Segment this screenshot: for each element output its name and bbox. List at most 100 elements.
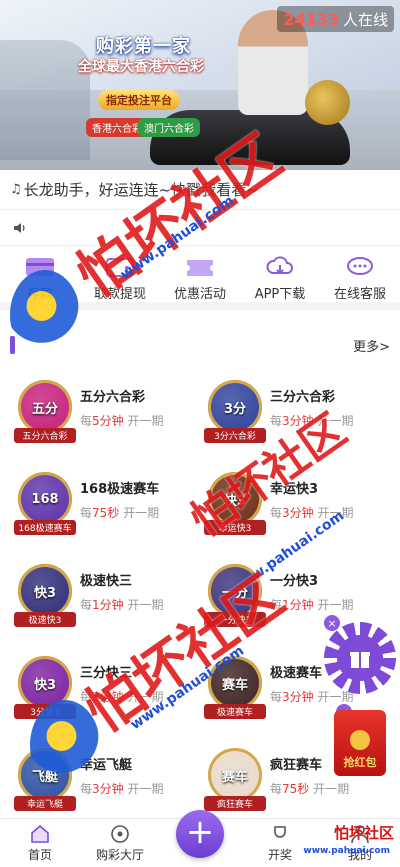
cloud-download-icon xyxy=(264,256,296,278)
frequency-suffix: 开一期 xyxy=(317,506,354,520)
lottery-item[interactable]: 快3 幸运快3 幸运快3 每3分钟 开一期 xyxy=(190,464,380,554)
quick-item-support[interactable]: 在线客服 xyxy=(320,248,400,302)
frequency-prefix: 每 xyxy=(80,506,93,520)
lottery-logo-tag: 3分六合彩 xyxy=(204,428,266,443)
lottery-frequency: 每3分钟 开一期 xyxy=(80,780,164,797)
app-page: 购彩第一家 全球最大香港六合彩 指定投注平台 香港六合彩 澳门六合彩 24133… xyxy=(0,0,400,867)
frequency-period: 3分钟 xyxy=(92,690,124,704)
lottery-name: 一分快3 xyxy=(270,574,319,589)
lobby-icon xyxy=(111,825,129,843)
quick-item-label: 优惠活动 xyxy=(173,287,226,302)
lottery-logo-icon: 快3 xyxy=(208,472,262,526)
lottery-item[interactable]: 3分 3分六合彩 三分六合彩 每3分钟 开一期 xyxy=(190,372,380,462)
frequency-suffix: 开一期 xyxy=(317,598,354,612)
quick-item-deposit[interactable]: 存款 xyxy=(0,248,80,302)
lottery-frequency: 每3分钟 开一期 xyxy=(270,688,354,705)
lottery-item[interactable]: 快3 3分快3 三分快三每3分钟 开一期 xyxy=(0,648,190,738)
lottery-logo-icon: 一分 xyxy=(208,564,262,618)
red-packet-label: 抢红包 xyxy=(343,756,377,769)
frequency-period: 3分钟 xyxy=(282,506,314,520)
lottery-frequency: 每3分钟 开一期 xyxy=(270,412,354,429)
wallet-icon xyxy=(104,256,136,278)
lottery-name: 极速赛车 xyxy=(270,666,323,681)
frequency-suffix: 开一期 xyxy=(127,690,164,704)
more-link[interactable]: 更多> xyxy=(353,336,390,355)
lottery-logo-icon: 快3 xyxy=(18,656,72,710)
notice-marquee[interactable]: ♫ 长龙助手，好运连连~快戳我看看~ xyxy=(0,170,400,210)
lottery-name: 168极速赛车 xyxy=(80,482,160,497)
tab-label: 开奖 xyxy=(267,848,292,862)
frequency-prefix: 每 xyxy=(80,414,93,428)
promo-banner[interactable]: 购彩第一家 全球最大香港六合彩 指定投注平台 香港六合彩 澳门六合彩 24133… xyxy=(0,0,400,170)
lottery-item[interactable]: 飞艇 幸运飞艇 幸运飞艇 每3分钟 开一期 xyxy=(0,740,190,830)
frequency-prefix: 每 xyxy=(80,690,93,704)
lottery-logo-icon: 168 xyxy=(18,472,72,526)
coin-icon xyxy=(350,730,370,750)
marquee-text: 长龙助手，好运连连~快戳我看看~ xyxy=(23,181,259,199)
announcement-bar[interactable] xyxy=(0,210,400,246)
online-count: 24133 xyxy=(283,9,339,29)
quick-item-promotions[interactable]: 优惠活动 xyxy=(160,248,240,302)
lottery-logo-tag: 168极速赛车 xyxy=(14,520,76,535)
speaker-icon xyxy=(14,222,25,233)
music-note-icon: ♫ xyxy=(10,182,22,197)
frequency-period: 3分钟 xyxy=(282,690,314,704)
frequency-suffix: 开一期 xyxy=(313,782,350,796)
online-label: 人在线 xyxy=(342,10,388,29)
tab-lobby[interactable]: 购彩大厅 xyxy=(80,818,160,867)
lottery-logo-tag: 3分快3 xyxy=(14,704,76,719)
frequency-period: 3分钟 xyxy=(282,414,314,428)
watermark-url: www.pahuai.com xyxy=(303,846,390,856)
lottery-frequency: 每1分钟 开一期 xyxy=(270,596,354,613)
tab-results[interactable]: 开奖 xyxy=(240,818,320,867)
lottery-frequency: 每1分钟 开一期 xyxy=(80,596,164,613)
lottery-logo-tag: 极速赛车 xyxy=(204,704,266,719)
quick-item-label: APP下载 xyxy=(254,287,306,302)
lottery-name: 三分快三 xyxy=(80,666,133,681)
frequency-prefix: 每 xyxy=(270,690,283,704)
lottery-frequency: 每75秒 开一期 xyxy=(270,780,349,797)
lottery-name: 幸运快3 xyxy=(270,482,319,497)
frequency-period: 1分钟 xyxy=(92,598,124,612)
frequency-period: 3分钟 xyxy=(92,782,124,796)
red-packet-button[interactable]: 抢红包 xyxy=(334,710,386,776)
tab-home[interactable]: 首页 xyxy=(0,818,80,867)
watermark-text: 怕坏社区 xyxy=(333,824,394,842)
lottery-logo-icon: 飞艇 xyxy=(18,748,72,802)
lottery-frequency: 每3分钟 开一期 xyxy=(270,504,354,521)
quick-item-app-download[interactable]: APP下载 xyxy=(240,248,320,302)
frequency-suffix: 开一期 xyxy=(127,414,164,428)
gift-chip-button[interactable] xyxy=(324,622,396,694)
trophy-icon xyxy=(274,826,286,838)
lottery-item[interactable]: 168 168极速赛车 168极速赛车 每75秒 开一期 xyxy=(0,464,190,554)
frequency-suffix: 开一期 xyxy=(123,506,160,520)
lottery-logo-tag: 疯狂赛车 xyxy=(204,796,266,811)
banner-castle xyxy=(0,40,90,160)
lottery-section-header: 更多> xyxy=(0,320,400,370)
plus-button[interactable]: + xyxy=(176,810,224,858)
quick-menu: 存款 取款提现 优惠活动 APP下载 在线客服 xyxy=(0,248,400,310)
lottery-frequency: 每5分钟 开一期 xyxy=(80,412,164,429)
frequency-period: 75秒 xyxy=(282,782,310,796)
quick-item-withdraw[interactable]: 取款提现 xyxy=(80,248,160,302)
lottery-name: 幸运飞艇 xyxy=(80,758,133,773)
home-icon xyxy=(31,824,49,843)
lottery-logo-icon: 3分 xyxy=(208,380,262,434)
lottery-logo-icon: 赛车 xyxy=(208,656,262,710)
lottery-name: 疯狂赛车 xyxy=(270,758,323,773)
chat-icon xyxy=(344,256,376,278)
lottery-item[interactable]: 五分 五分六合彩 五分六合彩 每5分钟 开一期 xyxy=(0,372,190,462)
banner-tag-macau: 澳门六合彩 xyxy=(138,118,200,137)
frequency-suffix: 开一期 xyxy=(317,414,354,428)
banner-subtitle: 全球最大香港六合彩 xyxy=(78,59,204,75)
gift-icon xyxy=(337,635,383,681)
card-icon xyxy=(24,256,56,278)
banner-badge: 指定投注平台 xyxy=(98,90,180,110)
lottery-item[interactable]: 快3 极速快3 极速快三 每1分钟 开一期 xyxy=(0,556,190,646)
lottery-logo-tag: 极速快3 xyxy=(14,612,76,627)
banner-title: 购彩第一家 xyxy=(96,36,191,57)
lottery-frequency: 每75秒 开一期 xyxy=(80,504,159,521)
lottery-logo-tag: 一分快3 xyxy=(204,612,266,627)
online-count-badge: 24133 人在线 xyxy=(277,6,394,32)
frequency-prefix: 每 xyxy=(270,598,283,612)
